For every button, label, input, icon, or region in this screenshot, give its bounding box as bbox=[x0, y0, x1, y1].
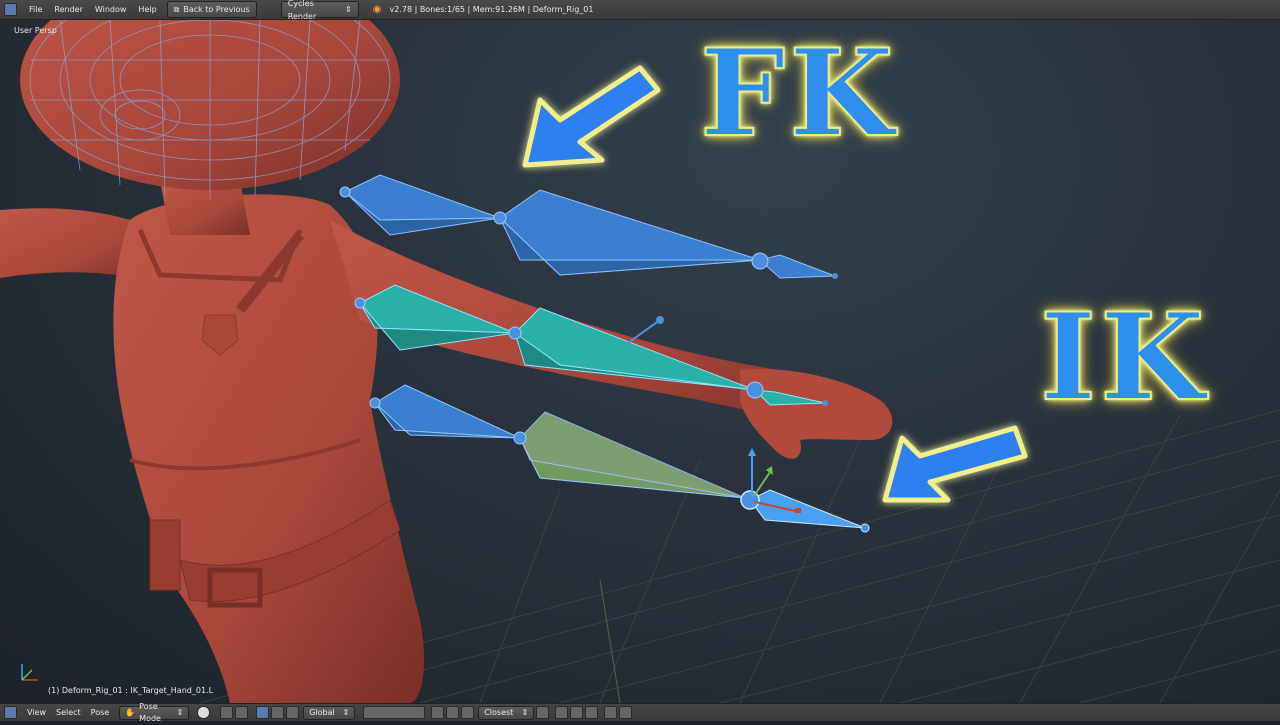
render-engine-select[interactable]: Cycles Render ⇕ bbox=[280, 0, 359, 21]
paste-flipped-pose-icon[interactable] bbox=[585, 706, 599, 719]
manipulator-toggle-icon[interactable] bbox=[235, 706, 249, 719]
orientation-label: Global bbox=[309, 707, 335, 717]
menu-file[interactable]: File bbox=[29, 5, 42, 14]
copy-pose-icon[interactable] bbox=[555, 706, 569, 719]
editor-type-icon[interactable] bbox=[4, 3, 17, 16]
render-preview-icon[interactable] bbox=[604, 706, 618, 719]
updown-arrows-icon-orient: ⇕ bbox=[342, 707, 350, 717]
fk-annotation-text: FK bbox=[699, 23, 898, 165]
ik-annotation-text: IK bbox=[1039, 287, 1209, 429]
transform-orientation-select[interactable]: Global ⇕ bbox=[303, 705, 356, 720]
updown-arrows-icon-snap: ⇕ bbox=[521, 707, 529, 717]
editor-type-icon-bottom[interactable] bbox=[4, 706, 17, 719]
paste-pose-icon[interactable] bbox=[570, 706, 584, 719]
layer-buttons-icon[interactable] bbox=[363, 706, 426, 719]
view-label: User Persp bbox=[14, 26, 57, 35]
rotate-manipulator-icon[interactable] bbox=[271, 706, 285, 719]
updown-arrows-icon: ⇕ bbox=[345, 5, 352, 14]
pose-mode-icon: ✋ bbox=[125, 707, 136, 717]
snap-label: Closest bbox=[484, 707, 514, 717]
menu-help[interactable]: Help bbox=[138, 5, 156, 14]
proportional-edit-icon[interactable] bbox=[446, 706, 460, 719]
mode-select[interactable]: ✋ Pose Mode ⇕ bbox=[119, 702, 190, 723]
3d-viewport[interactable]: User Persp (1) Deform_Rig_01 : IK_Target… bbox=[0, 20, 1280, 703]
pivot-point-icon[interactable] bbox=[220, 706, 234, 719]
active-object-status: (1) Deform_Rig_01 : IK_Target_Hand_01.L bbox=[48, 686, 214, 695]
scene-info-text: v2.78 | Bones:1/65 | Mem:91.26M | Deform… bbox=[389, 5, 594, 14]
shading-solid-icon[interactable] bbox=[197, 706, 211, 719]
mode-label: Pose Mode bbox=[139, 701, 161, 723]
menu-render[interactable]: Render bbox=[54, 5, 82, 14]
bottom-header-bar: View Select Pose ✋ Pose Mode ⇕ Global ⇕ … bbox=[0, 702, 1280, 723]
menu-select[interactable]: Select bbox=[56, 708, 81, 717]
view-axes-icon bbox=[21, 664, 38, 681]
scale-manipulator-icon[interactable] bbox=[286, 706, 300, 719]
blender-logo-icon: ◉ bbox=[372, 4, 382, 15]
back-to-previous-button[interactable]: ⧉ Back to Previous bbox=[166, 1, 257, 18]
lock-icon[interactable] bbox=[431, 706, 445, 719]
deform-bone-chain[interactable] bbox=[354, 284, 828, 406]
fk-arrow-icon bbox=[522, 65, 661, 168]
back-to-previous-label: Back to Previous bbox=[183, 5, 250, 14]
menu-window[interactable]: Window bbox=[95, 5, 127, 14]
snap-rotation-icon[interactable] bbox=[536, 706, 550, 719]
snap-toggle-icon[interactable] bbox=[461, 706, 475, 719]
ik-arrow-icon bbox=[882, 425, 1028, 503]
snap-target-select[interactable]: Closest ⇕ bbox=[478, 705, 535, 720]
menu-pose[interactable]: Pose bbox=[91, 708, 110, 717]
screen-back-icon: ⧉ bbox=[173, 5, 180, 14]
updown-arrows-icon-mode: ⇕ bbox=[176, 707, 184, 717]
translate-manipulator-icon[interactable] bbox=[256, 706, 270, 719]
menu-view[interactable]: View bbox=[27, 708, 46, 717]
top-header-bar: File Render Window Help ⧉ Back to Previo… bbox=[0, 0, 1280, 21]
render-animation-icon[interactable] bbox=[619, 706, 633, 719]
